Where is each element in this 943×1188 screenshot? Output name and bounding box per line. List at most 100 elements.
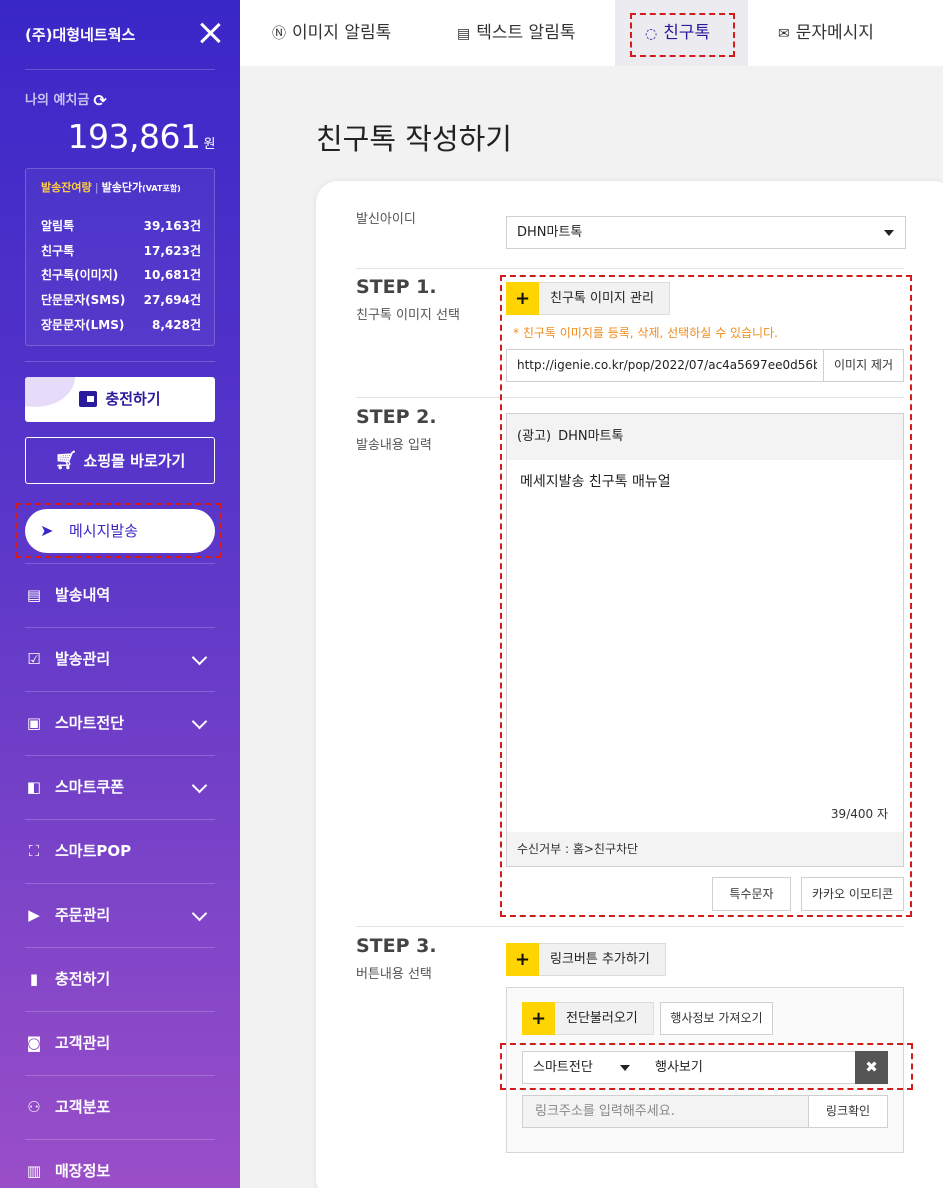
- image-icon: ▣: [26, 714, 42, 732]
- remaining-value: 39,163건: [143, 219, 201, 233]
- sidebar-item-store[interactable]: ▥ 매장정보: [25, 1139, 215, 1188]
- plus-icon: +: [506, 943, 539, 976]
- remaining-row: 알림톡 39,163건: [41, 217, 201, 234]
- send-message-button[interactable]: ➤ 메시지발송: [25, 509, 215, 553]
- menu-label: 발송관리: [55, 650, 111, 668]
- n-circle-icon: Ⓝ: [272, 26, 286, 42]
- remaining-row: 단문문자(SMS) 27,694건: [41, 291, 201, 308]
- message-square-icon: ▤: [457, 26, 471, 42]
- deposit-label: 나의 예치금 ⟳: [25, 89, 107, 110]
- caret-down-icon: [884, 230, 894, 236]
- shop-mall-button[interactable]: 🛒︎ 쇼핑몰 바로가기: [25, 437, 215, 484]
- company-name: (주)대형네트웍스: [25, 26, 136, 44]
- sidebar-item-smart-flyer[interactable]: ▣ 스마트전단: [25, 691, 215, 755]
- sidebar-item-smart-coupon[interactable]: ◧ 스마트쿠폰: [25, 755, 215, 819]
- chevron-down-icon[interactable]: [191, 777, 208, 794]
- step1-title: STEP 1.: [356, 276, 437, 298]
- remaining-row: 장문문자(LMS) 8,428건: [41, 316, 201, 333]
- menu-label: 스마트전단: [55, 714, 125, 732]
- tab-label: 이미지 알림톡: [292, 23, 392, 43]
- remaining-label: 장문문자(LMS): [41, 318, 125, 332]
- step3-title: STEP 3.: [356, 935, 437, 957]
- sidebar-item-history[interactable]: ▤ 발송내역: [25, 563, 215, 627]
- chevron-down-icon[interactable]: [191, 905, 208, 922]
- sidebar-item-charge[interactable]: ▮ 충전하기: [25, 947, 215, 1011]
- sidebar-item-send-manage[interactable]: ☑ 발송관리: [25, 627, 215, 691]
- sender-select[interactable]: DHN마트톡: [506, 216, 906, 249]
- balance-unit: 원: [203, 137, 216, 152]
- coupon-icon: ◧: [26, 778, 42, 796]
- step3-subtitle: 버튼내용 선택: [356, 967, 432, 982]
- wallet-icon: [79, 391, 98, 407]
- step1-subtitle: 친구톡 이미지 선택: [356, 308, 460, 323]
- send-icon: ➤: [40, 521, 54, 540]
- remaining-value: 17,623건: [143, 244, 201, 258]
- tab-text-alimtalk[interactable]: ▤ 텍스트 알림톡: [457, 0, 575, 66]
- load-event-button[interactable]: 행사정보 가져오기: [660, 1002, 773, 1035]
- step2-subtitle: 발송내용 입력: [356, 438, 432, 453]
- chevron-down-icon[interactable]: [191, 713, 208, 730]
- deposit-label-text: 나의 예치금: [25, 93, 90, 108]
- divider: [356, 268, 904, 269]
- tab-label: 텍스트 알림톡: [476, 23, 576, 43]
- remaining-row: 친구톡(이미지) 10,681건: [41, 266, 201, 283]
- menu-label: 스마트POP: [55, 842, 132, 860]
- remaining-value: 27,694건: [143, 293, 201, 307]
- cart-icon: 🛒︎: [54, 450, 78, 471]
- divider: [356, 926, 904, 927]
- shop-mall-label: 쇼핑몰 바로가기: [83, 452, 186, 470]
- menu-label: 고객분포: [55, 1098, 111, 1116]
- header-separator: |: [94, 181, 99, 194]
- highlight-box: [500, 275, 912, 917]
- sidebar-header: (주)대형네트웍스: [25, 0, 215, 70]
- step2-title: STEP 2.: [356, 406, 437, 428]
- remaining-box: 발송잔여량 | 발송단가(VAT포함) 알림톡 39,163건 친구톡 17,623건 …: [25, 168, 215, 346]
- pop-icon: ⛶: [28, 842, 40, 860]
- link-url-input[interactable]: 링크주소를 입력해주세요.: [522, 1095, 809, 1128]
- charge-button-label: 충전하기: [105, 390, 161, 408]
- button-label: 링크버튼 추가하기: [550, 952, 650, 967]
- battery-icon: ▮: [29, 970, 39, 988]
- bag-icon: ▶: [28, 906, 40, 924]
- page: (주)대형네트웍스 나의 예치금 ⟳ 193,861 원 발송잔여량 | 발송단가(VA…: [0, 0, 943, 1188]
- menu-label: 고객관리: [55, 1034, 111, 1052]
- remaining-value: 10,681건: [143, 268, 201, 282]
- list-icon: ▤: [26, 586, 42, 604]
- add-link-button[interactable]: + 링크버튼 추가하기: [506, 943, 666, 976]
- tab-sms[interactable]: ✉ 문자메시지: [778, 0, 874, 66]
- tab-image-alimtalk[interactable]: Ⓝ 이미지 알림톡: [272, 0, 391, 66]
- charge-button[interactable]: 충전하기: [25, 377, 215, 422]
- menu-label: 발송내역: [55, 586, 111, 604]
- refresh-icon[interactable]: ⟳: [93, 91, 106, 110]
- remaining-row: 친구톡 17,623건: [41, 242, 201, 259]
- plus-icon: +: [522, 1002, 555, 1035]
- send-message-label: 메시지발송: [69, 522, 139, 540]
- highlight-box: [630, 13, 735, 57]
- divider: [25, 361, 215, 362]
- menu-label: 스마트쿠폰: [55, 778, 125, 796]
- menu-label: 충전하기: [55, 970, 111, 988]
- link-check-button[interactable]: 링크확인: [808, 1095, 888, 1128]
- menu-label: 주문관리: [55, 906, 111, 924]
- sidebar-item-orders[interactable]: ▶ 주문관리: [25, 883, 215, 947]
- sidebar-item-customers[interactable]: ◙ 고객관리: [25, 1011, 215, 1075]
- sidebar-item-smart-pop[interactable]: ⛶ 스마트POP: [25, 819, 215, 883]
- chevron-down-icon[interactable]: [191, 649, 208, 666]
- contact-icon: ◙: [26, 1034, 42, 1052]
- sidebar-item-distribution[interactable]: ⚇ 고객분포: [25, 1075, 215, 1139]
- remaining-value: 8,428건: [152, 318, 201, 332]
- balance-value: 193,861: [67, 117, 201, 156]
- remaining-header: 발송잔여량 | 발송단가(VAT포함): [41, 179, 181, 195]
- close-icon[interactable]: [199, 22, 221, 44]
- remaining-label: 친구톡(이미지): [41, 268, 119, 282]
- button-label: 전단불러오기: [566, 1011, 638, 1026]
- sidebar: (주)대형네트웍스 나의 예치금 ⟳ 193,861 원 발송잔여량 | 발송단가(VA…: [0, 0, 240, 1188]
- remaining-label: 알림톡: [41, 219, 75, 233]
- sender-label: 발신아이디: [356, 212, 416, 227]
- remaining-tab[interactable]: 발송잔여량: [41, 181, 92, 194]
- group-icon: ⚇: [27, 1098, 41, 1116]
- load-flyer-button[interactable]: + 전단불러오기: [522, 1002, 654, 1035]
- decoration: [25, 377, 75, 407]
- unit-price-tab[interactable]: 발송단가: [102, 181, 142, 194]
- deposit-balance: 193,861 원: [67, 117, 216, 156]
